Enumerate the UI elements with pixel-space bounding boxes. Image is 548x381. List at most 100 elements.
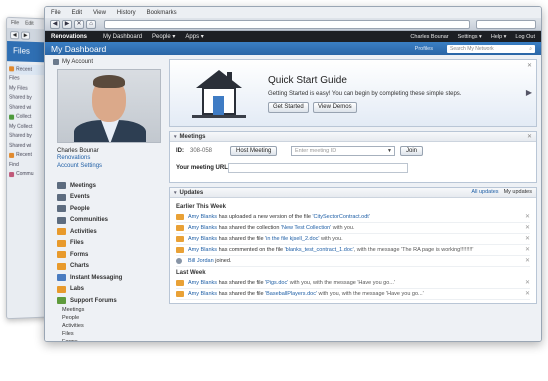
- user-name-link[interactable]: Charles Bounar: [410, 34, 448, 40]
- actor-link[interactable]: Amy Blanks: [188, 280, 217, 286]
- close-icon[interactable]: ✕: [525, 258, 530, 265]
- back-button[interactable]: ◀: [50, 19, 60, 29]
- organization-link[interactable]: Renovations: [49, 154, 164, 162]
- sub-app-meetings[interactable]: Meetings: [49, 307, 164, 315]
- back-nav-label: Commu: [16, 171, 34, 178]
- view-demos-button[interactable]: View Demos: [313, 102, 357, 113]
- app-communities[interactable]: Communities: [57, 215, 164, 227]
- chevron-down-icon[interactable]: ▼: [387, 148, 392, 154]
- address-bar[interactable]: [104, 19, 470, 29]
- tab-all-updates[interactable]: All updates: [471, 189, 498, 195]
- file-link[interactable]: 'BaseballPlayers.doc': [265, 291, 317, 297]
- help-menu[interactable]: Help ▾: [491, 34, 507, 40]
- tab-my-updates[interactable]: My updates: [504, 189, 532, 195]
- file-link[interactable]: 'CitySectorContract.odt': [312, 214, 369, 220]
- meetings-panel-body: ID: 308-058 Host Meeting Enter meeting I…: [170, 142, 536, 182]
- meeting-url-field[interactable]: [228, 163, 408, 173]
- app-instant-messaging[interactable]: Instant Messaging: [57, 272, 164, 284]
- menu-file[interactable]: File: [51, 10, 61, 16]
- menu-view[interactable]: View: [93, 10, 106, 16]
- close-icon[interactable]: ✕: [525, 291, 530, 298]
- house-icon: [192, 70, 246, 118]
- updates-section-heading: Earlier This Week: [176, 204, 226, 210]
- activities-icon: [57, 228, 66, 236]
- menu-bookmarks[interactable]: Bookmarks: [147, 10, 177, 16]
- menu-history[interactable]: History: [117, 10, 136, 16]
- app-labs[interactable]: Labs: [57, 284, 164, 296]
- actor-link[interactable]: Amy Blanks: [188, 247, 217, 253]
- app-people[interactable]: People: [57, 203, 164, 215]
- app-activities[interactable]: Activities: [57, 226, 164, 238]
- get-started-button[interactable]: Get Started: [268, 102, 309, 113]
- close-icon[interactable]: ✕: [527, 62, 532, 69]
- actor-link[interactable]: Amy Blanks: [188, 225, 217, 231]
- back-menu-file[interactable]: File: [11, 20, 19, 26]
- meeting-id-input[interactable]: Enter meeting ID ▼: [291, 146, 395, 156]
- app-meetings[interactable]: Meetings: [57, 180, 164, 192]
- folder-icon: [9, 152, 15, 158]
- file-link[interactable]: 'Pigs.doc': [265, 280, 288, 286]
- close-icon[interactable]: ✕: [525, 247, 530, 254]
- charts-icon: [57, 262, 66, 270]
- events-icon: [57, 193, 66, 201]
- close-icon[interactable]: ✕: [527, 133, 532, 140]
- browser-search-field[interactable]: [476, 19, 536, 29]
- app-label: Events: [70, 194, 90, 201]
- people-icon: [57, 205, 66, 213]
- sub-app-forms[interactable]: Forms: [49, 339, 164, 342]
- search-icon[interactable]: ⌕: [529, 46, 532, 52]
- file-link[interactable]: 'blanks_test_contract_1.doc': [285, 247, 354, 253]
- stop-button[interactable]: ✕: [74, 19, 84, 29]
- app-label: People: [70, 205, 90, 212]
- sub-app-people[interactable]: People: [49, 315, 164, 323]
- collapse-icon[interactable]: ▾: [174, 190, 177, 196]
- actor-link[interactable]: Amy Blanks: [188, 291, 217, 297]
- back-menu-edit[interactable]: Edit: [25, 21, 34, 27]
- communities-icon: [57, 216, 66, 224]
- file-link[interactable]: 'New Test Collection': [281, 225, 331, 231]
- forward-button[interactable]: ▶: [62, 19, 72, 29]
- back-forward-button[interactable]: ▶: [21, 30, 31, 40]
- collapse-icon[interactable]: ▾: [174, 134, 177, 140]
- close-icon[interactable]: ✕: [525, 225, 530, 232]
- sub-app-files[interactable]: Files: [49, 331, 164, 339]
- next-arrow-icon[interactable]: ▶: [526, 88, 532, 97]
- sub-app-activities[interactable]: Activities: [49, 323, 164, 331]
- actor-link[interactable]: Amy Blanks: [188, 236, 217, 242]
- back-nav-label: My Collect: [9, 123, 33, 130]
- file-link[interactable]: 'in the file kjsell_2.doc': [265, 236, 319, 242]
- support-forums-icon: [57, 297, 66, 305]
- actor-link[interactable]: Amy Blanks: [188, 214, 217, 220]
- close-icon[interactable]: ✕: [525, 214, 530, 221]
- avatar[interactable]: [57, 69, 161, 143]
- folder-icon: [9, 114, 15, 120]
- account-settings-link[interactable]: Account Settings: [49, 162, 164, 170]
- app-charts[interactable]: Charts: [57, 261, 164, 273]
- nav-people-menu[interactable]: People ▾: [152, 33, 175, 40]
- back-back-button[interactable]: ◀: [10, 30, 20, 39]
- app-files[interactable]: Files: [57, 238, 164, 250]
- log-out-link[interactable]: Log Out: [515, 34, 535, 40]
- quick-start-description: Getting Started is easy! You can begin b…: [268, 91, 462, 97]
- menu-edit[interactable]: Edit: [72, 10, 82, 16]
- browser-menubar: File Edit View History Bookmarks: [45, 7, 541, 18]
- brand-link[interactable]: Renovations: [51, 34, 87, 40]
- host-meeting-button[interactable]: Host Meeting: [230, 146, 278, 156]
- network-search-input[interactable]: Search My Network ⌕: [447, 44, 535, 53]
- home-button[interactable]: ⌂: [86, 19, 96, 29]
- profiles-link[interactable]: Profiles: [415, 46, 433, 52]
- settings-menu[interactable]: Settings ▾: [458, 34, 482, 40]
- app-forms[interactable]: Forms: [57, 249, 164, 261]
- nav-apps-menu[interactable]: Apps ▾: [185, 33, 203, 40]
- join-button[interactable]: Join: [400, 146, 424, 156]
- nav-my-dashboard[interactable]: My Dashboard: [103, 34, 142, 40]
- browser-toolbar: ◀ ▶ ✕ ⌂: [45, 18, 541, 31]
- close-icon[interactable]: ✕: [525, 236, 530, 243]
- close-icon[interactable]: ✕: [525, 280, 530, 287]
- update-tail: with you.: [319, 236, 343, 242]
- app-support-forums[interactable]: Support Forums: [57, 295, 164, 307]
- forms-icon: [57, 251, 66, 259]
- actor-link[interactable]: Bill Jordan: [188, 258, 214, 264]
- left-sidebar: My Account Charles Bounar Renovations Ac…: [49, 59, 164, 341]
- app-events[interactable]: Events: [57, 192, 164, 204]
